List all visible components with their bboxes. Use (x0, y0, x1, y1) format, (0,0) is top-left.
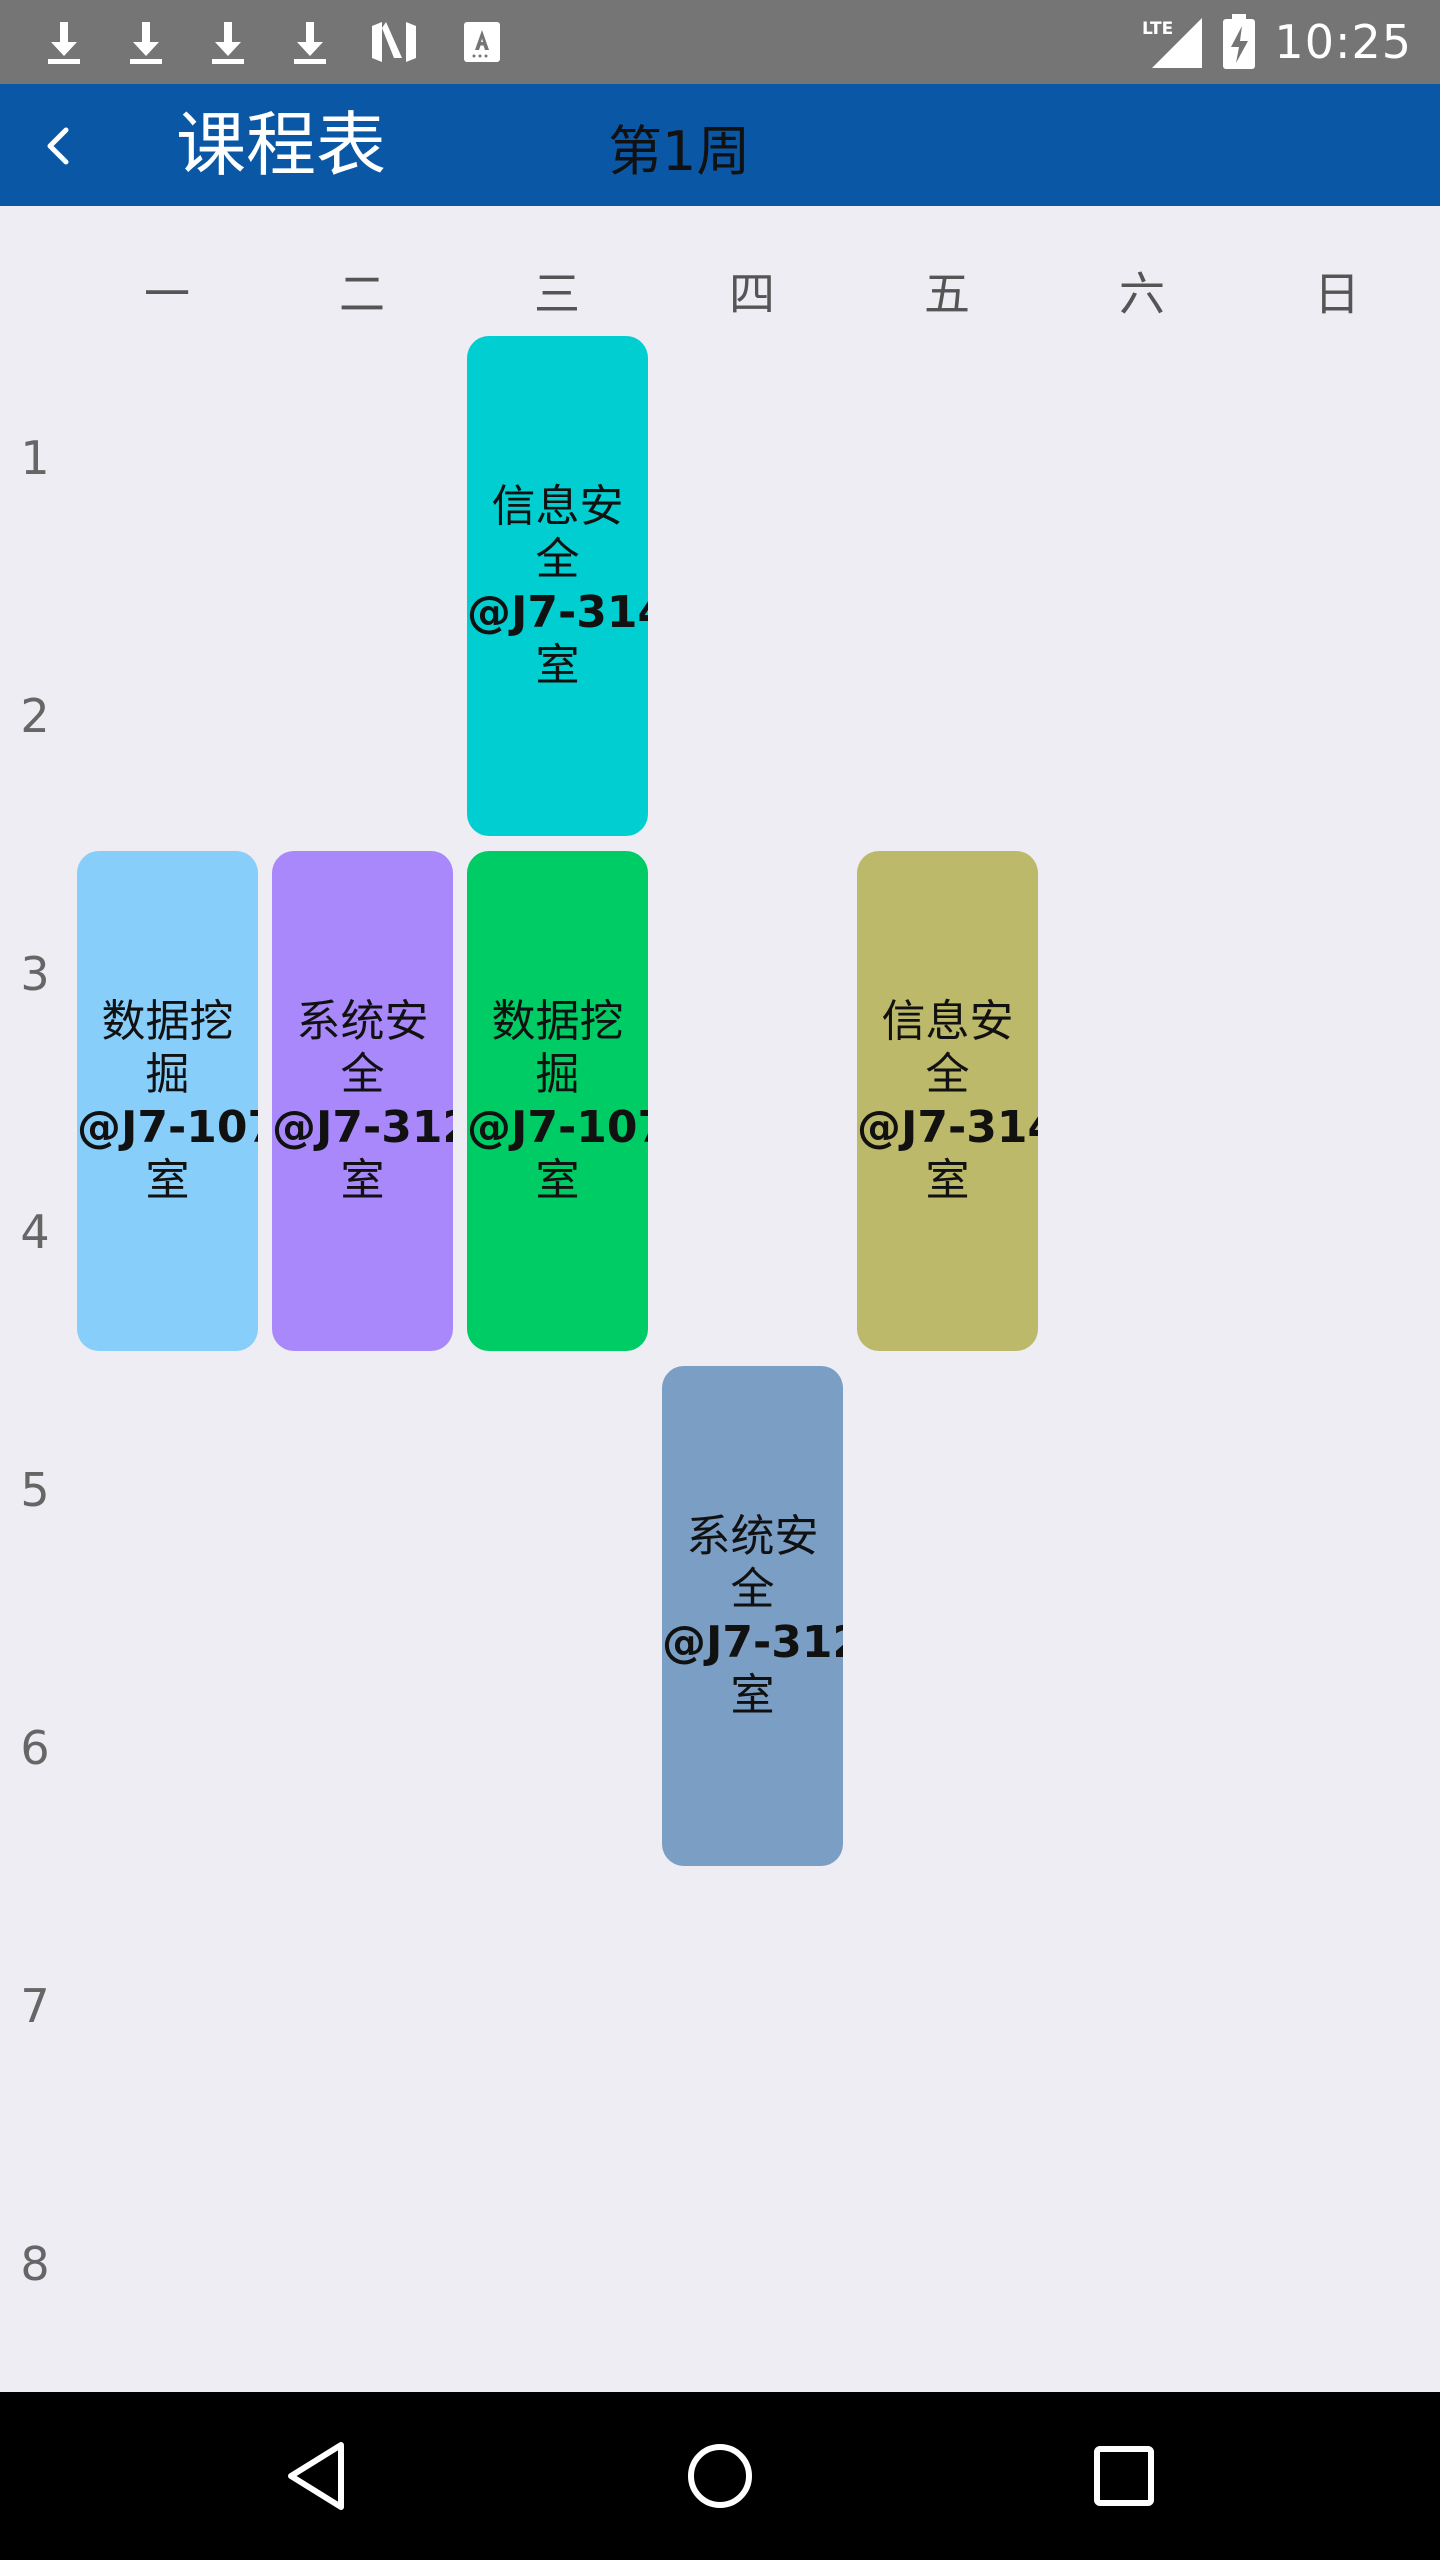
back-button[interactable] (24, 110, 96, 182)
period-label: 6 (20, 1721, 50, 1775)
period-label: 5 (20, 1463, 50, 1517)
week-selector[interactable]: 第1周 (608, 120, 750, 184)
course-name: 数据挖掘 (491, 996, 624, 1100)
lte-signal-icon: LTE (1142, 18, 1203, 68)
period-label: 8 (20, 2237, 50, 2291)
period-label: 2 (20, 689, 50, 743)
course-name: 系统安全 (296, 996, 429, 1100)
square-recents-icon (1094, 2446, 1154, 2506)
course-name: 系统安全 (686, 1511, 819, 1615)
circle-home-icon (688, 2444, 752, 2508)
course-room-suffix: 室 (535, 640, 580, 691)
nav-back-button[interactable] (266, 2426, 366, 2526)
download-icon (294, 22, 326, 64)
course-label: 数据挖掘 @J7-107 室 (77, 995, 258, 1207)
nav-recents-button[interactable] (1074, 2426, 1174, 2526)
course-block[interactable]: 信息安全 @J7-314 室 (857, 851, 1038, 1351)
weekday-thu: 四 (729, 267, 775, 321)
notification-icons (40, 16, 506, 68)
download-icon (212, 22, 244, 64)
course-label: 信息安全 @J7-314 室 (857, 995, 1038, 1207)
download-icon (48, 22, 80, 64)
course-block[interactable]: 系统安全 @J7-312 室 (272, 851, 453, 1351)
period-label: 4 (20, 1205, 50, 1259)
course-room-suffix: 室 (925, 1155, 970, 1206)
triangle-back-icon (288, 2442, 344, 2510)
course-block[interactable]: 数据挖掘 @J7-107 室 (77, 851, 258, 1351)
course-label: 信息安全 @J7-314 室 (467, 480, 648, 692)
n-logo-icon (372, 22, 416, 62)
period-label: 3 (20, 947, 50, 1001)
weekday-tue: 二 (339, 267, 385, 321)
page-title: 课程表 (176, 104, 386, 186)
course-label: 系统安全 @J7-312 室 (272, 995, 453, 1207)
course-block[interactable]: 系统安全 @J7-312 室 (662, 1366, 843, 1866)
course-room: @J7-312 (662, 1617, 843, 1668)
course-label: 数据挖掘 @J7-107 室 (467, 995, 648, 1207)
course-block[interactable]: 信息安全 @J7-314 室 (467, 336, 648, 836)
course-room-suffix: 室 (340, 1155, 385, 1206)
weekday-sun: 日 (1314, 267, 1360, 321)
course-room: @J7-312 (272, 1102, 453, 1153)
weekday-fri: 五 (924, 267, 970, 321)
system-icons: LTE 10:25 (1140, 14, 1412, 70)
course-name: 数据挖掘 (101, 996, 234, 1100)
weekday-wed: 三 (534, 267, 580, 321)
period-label: 1 (20, 431, 50, 485)
battery-charging-icon (1223, 14, 1256, 69)
clock: 10:25 (1274, 15, 1412, 69)
course-room: @J7-107 (77, 1102, 258, 1153)
navigation-bar (0, 2392, 1440, 2560)
text-a-icon (464, 22, 500, 62)
network-label: LTE (1142, 19, 1173, 39)
weekday-mon: 一 (144, 267, 190, 321)
course-name: 信息安全 (491, 481, 624, 585)
course-room-suffix: 室 (730, 1670, 775, 1721)
weekday-sat: 六 (1119, 267, 1165, 321)
chevron-left-icon (47, 127, 69, 165)
course-room-suffix: 室 (145, 1155, 190, 1206)
course-block[interactable]: 数据挖掘 @J7-107 室 (467, 851, 648, 1351)
course-label: 系统安全 @J7-312 室 (662, 1510, 843, 1722)
course-room: @J7-314 (467, 587, 648, 638)
app-bar: 课程表 第1周 (0, 84, 1440, 206)
course-name: 信息安全 (881, 996, 1014, 1100)
course-room: @J7-314 (857, 1102, 1038, 1153)
course-room-suffix: 室 (535, 1155, 580, 1206)
course-room: @J7-107 (467, 1102, 648, 1153)
nav-home-button[interactable] (670, 2426, 770, 2526)
period-label: 7 (20, 1979, 50, 2033)
status-bar: LTE 10:25 (0, 0, 1440, 84)
download-icon (130, 22, 162, 64)
